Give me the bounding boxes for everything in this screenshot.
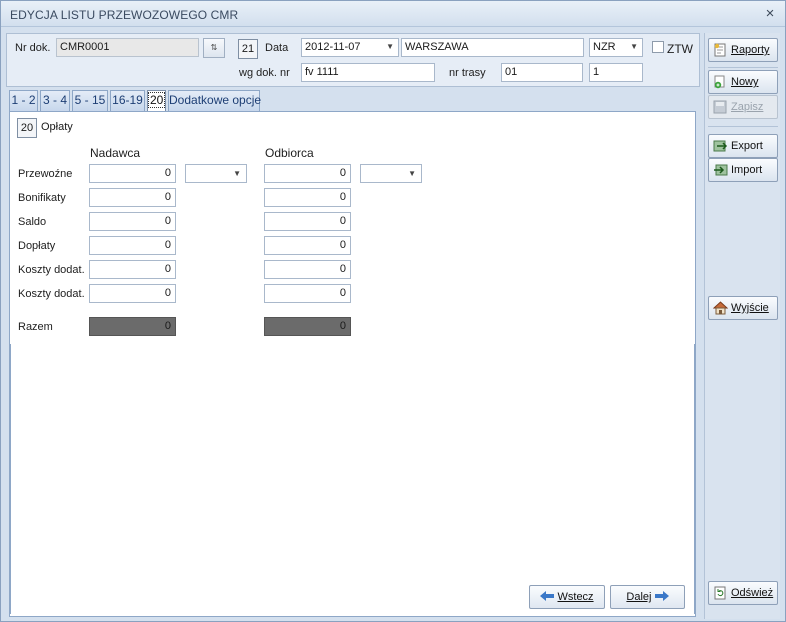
city-field[interactable]: WARSZAWA	[401, 38, 584, 57]
tab-20[interactable]: 20	[147, 90, 166, 112]
back-button-label: Wstecz	[557, 591, 594, 603]
sender-przewozne-field[interactable]: 0	[89, 164, 176, 183]
nowy-button[interactable]: Nowy	[708, 70, 778, 94]
import-label: Import	[731, 164, 763, 176]
cmr-edit-window: EDYCJA LISTU PRZEWOZOWEGO CMR × Nr dok. …	[0, 0, 786, 622]
data-label: Data	[265, 42, 289, 54]
field-number-box: 21	[238, 39, 258, 59]
code-select[interactable]: NZR ▼	[589, 38, 643, 57]
export-button[interactable]: Export	[708, 134, 778, 158]
receiver-saldo-field[interactable]: 0	[264, 212, 351, 231]
export-icon	[713, 140, 728, 152]
odswiez-label: Odśwież	[731, 587, 774, 599]
nr-trasy-field[interactable]: 01	[501, 63, 583, 82]
receiver-przewozne-field[interactable]: 0	[264, 164, 351, 183]
new-document-icon	[714, 75, 725, 89]
title-bar: EDYCJA LISTU PRZEWOZOWEGO CMR ×	[1, 1, 785, 27]
row-label-doplaty: Dopłaty	[18, 240, 56, 252]
receiver-koszty-1-field[interactable]: 0	[264, 260, 351, 279]
zapisz-label: Zapisz	[731, 101, 764, 113]
window-title: EDYCJA LISTU PRZEWOZOWEGO CMR	[10, 8, 239, 22]
row-label-koszty-dodat-2: Koszty dodat.	[18, 288, 85, 300]
tab-5-15[interactable]: 5 - 15	[72, 90, 108, 111]
sender-bonifikaty-field[interactable]: 0	[89, 188, 176, 207]
close-icon[interactable]: ×	[763, 5, 777, 22]
sender-currency-select[interactable]: ▼	[185, 164, 247, 183]
sender-column-header: Nadawca	[90, 146, 141, 160]
odswiez-button[interactable]: Odśwież	[708, 581, 778, 605]
row-label-razem: Razem	[18, 321, 53, 333]
nr-dok-label: Nr dok.	[15, 42, 51, 54]
tab-3-4[interactable]: 3 - 4	[40, 90, 70, 111]
sidebar-separator	[708, 126, 778, 127]
tab-dodatkowe-opcje[interactable]: Dodatkowe opcje	[168, 90, 261, 111]
raporty-label: Raporty	[731, 44, 770, 56]
row-label-przewozne: Przewoźne	[18, 168, 73, 180]
document-header: Nr dok. CMR0001 ⇅ 21 Data 2012-11-07 ▼ W…	[6, 33, 700, 87]
report-icon	[714, 43, 726, 57]
date-picker[interactable]: 2012-11-07 ▼	[301, 38, 399, 57]
arrow-right-icon	[654, 591, 669, 601]
raporty-button[interactable]: Raporty	[708, 38, 778, 62]
receiver-currency-select[interactable]: ▼	[360, 164, 422, 183]
receiver-column-header: Odbiorca	[265, 146, 314, 160]
extra-field[interactable]: 1	[589, 63, 643, 82]
sender-saldo-field[interactable]: 0	[89, 212, 176, 231]
receiver-bonifikaty-field[interactable]: 0	[264, 188, 351, 207]
export-label: Export	[731, 140, 763, 152]
sender-koszty-1-field[interactable]: 0	[89, 260, 176, 279]
sender-doplaty-field[interactable]: 0	[89, 236, 176, 255]
arrow-left-icon	[540, 591, 555, 601]
row-label-bonifikaty: Bonifikaty	[18, 192, 66, 204]
section-number-box: 20	[17, 118, 37, 138]
section-title: Opłaty	[41, 120, 275, 135]
sender-koszty-2-field[interactable]: 0	[89, 284, 176, 303]
tab-16-19[interactable]: 16-19	[110, 90, 145, 111]
nowy-label: Nowy	[731, 76, 759, 88]
back-button[interactable]: Wstecz	[529, 585, 605, 609]
date-value: 2012-11-07	[305, 41, 361, 53]
receiver-doplaty-field[interactable]: 0	[264, 236, 351, 255]
chevron-down-icon[interactable]: ▼	[408, 169, 416, 178]
chevron-down-icon[interactable]: ▼	[233, 169, 241, 178]
wyjscie-label: Wyjście	[731, 302, 769, 314]
sidebar-separator	[708, 67, 778, 68]
next-button[interactable]: Dalej	[610, 585, 685, 609]
tab-content: 20 Opłaty Nadawca Odbiorca Przewoźne 0 ▼…	[9, 111, 696, 617]
action-sidebar: Raporty Nowy Zapisz Export Import Wyjści…	[704, 33, 780, 619]
code-value: NZR	[593, 41, 616, 53]
nr-trasy-label: nr trasy	[449, 67, 486, 79]
ztw-label: ZTW	[667, 42, 693, 56]
receiver-total-field: 0	[264, 317, 351, 336]
tab-1-2[interactable]: 1 - 2	[9, 90, 38, 111]
next-button-label: Dalej	[626, 591, 652, 603]
wg-dok-label: wg dok. nr	[239, 67, 290, 79]
import-icon	[714, 164, 728, 176]
home-icon	[713, 301, 728, 315]
chevron-down-icon[interactable]: ▼	[386, 42, 394, 51]
content-divider-left	[10, 344, 11, 614]
refresh-icon	[714, 586, 726, 600]
row-label-saldo: Saldo	[18, 216, 47, 228]
row-label-koszty-dodat-1: Koszty dodat.	[18, 264, 85, 276]
wg-dok-field[interactable]: fv 1111	[301, 63, 435, 82]
tab-20-label: 20	[148, 92, 166, 108]
picker-icon[interactable]: ⇅	[203, 38, 225, 58]
zapisz-button[interactable]: Zapisz	[708, 95, 778, 119]
receiver-koszty-2-field[interactable]: 0	[264, 284, 351, 303]
chevron-down-icon[interactable]: ▼	[630, 42, 638, 51]
ztw-checkbox[interactable]	[652, 41, 664, 53]
nr-dok-field[interactable]: CMR0001	[56, 38, 199, 57]
content-divider-right	[694, 344, 695, 614]
save-icon	[713, 100, 727, 114]
wyjscie-button[interactable]: Wyjście	[708, 296, 778, 320]
sender-total-field: 0	[89, 317, 176, 336]
import-button[interactable]: Import	[708, 158, 778, 182]
